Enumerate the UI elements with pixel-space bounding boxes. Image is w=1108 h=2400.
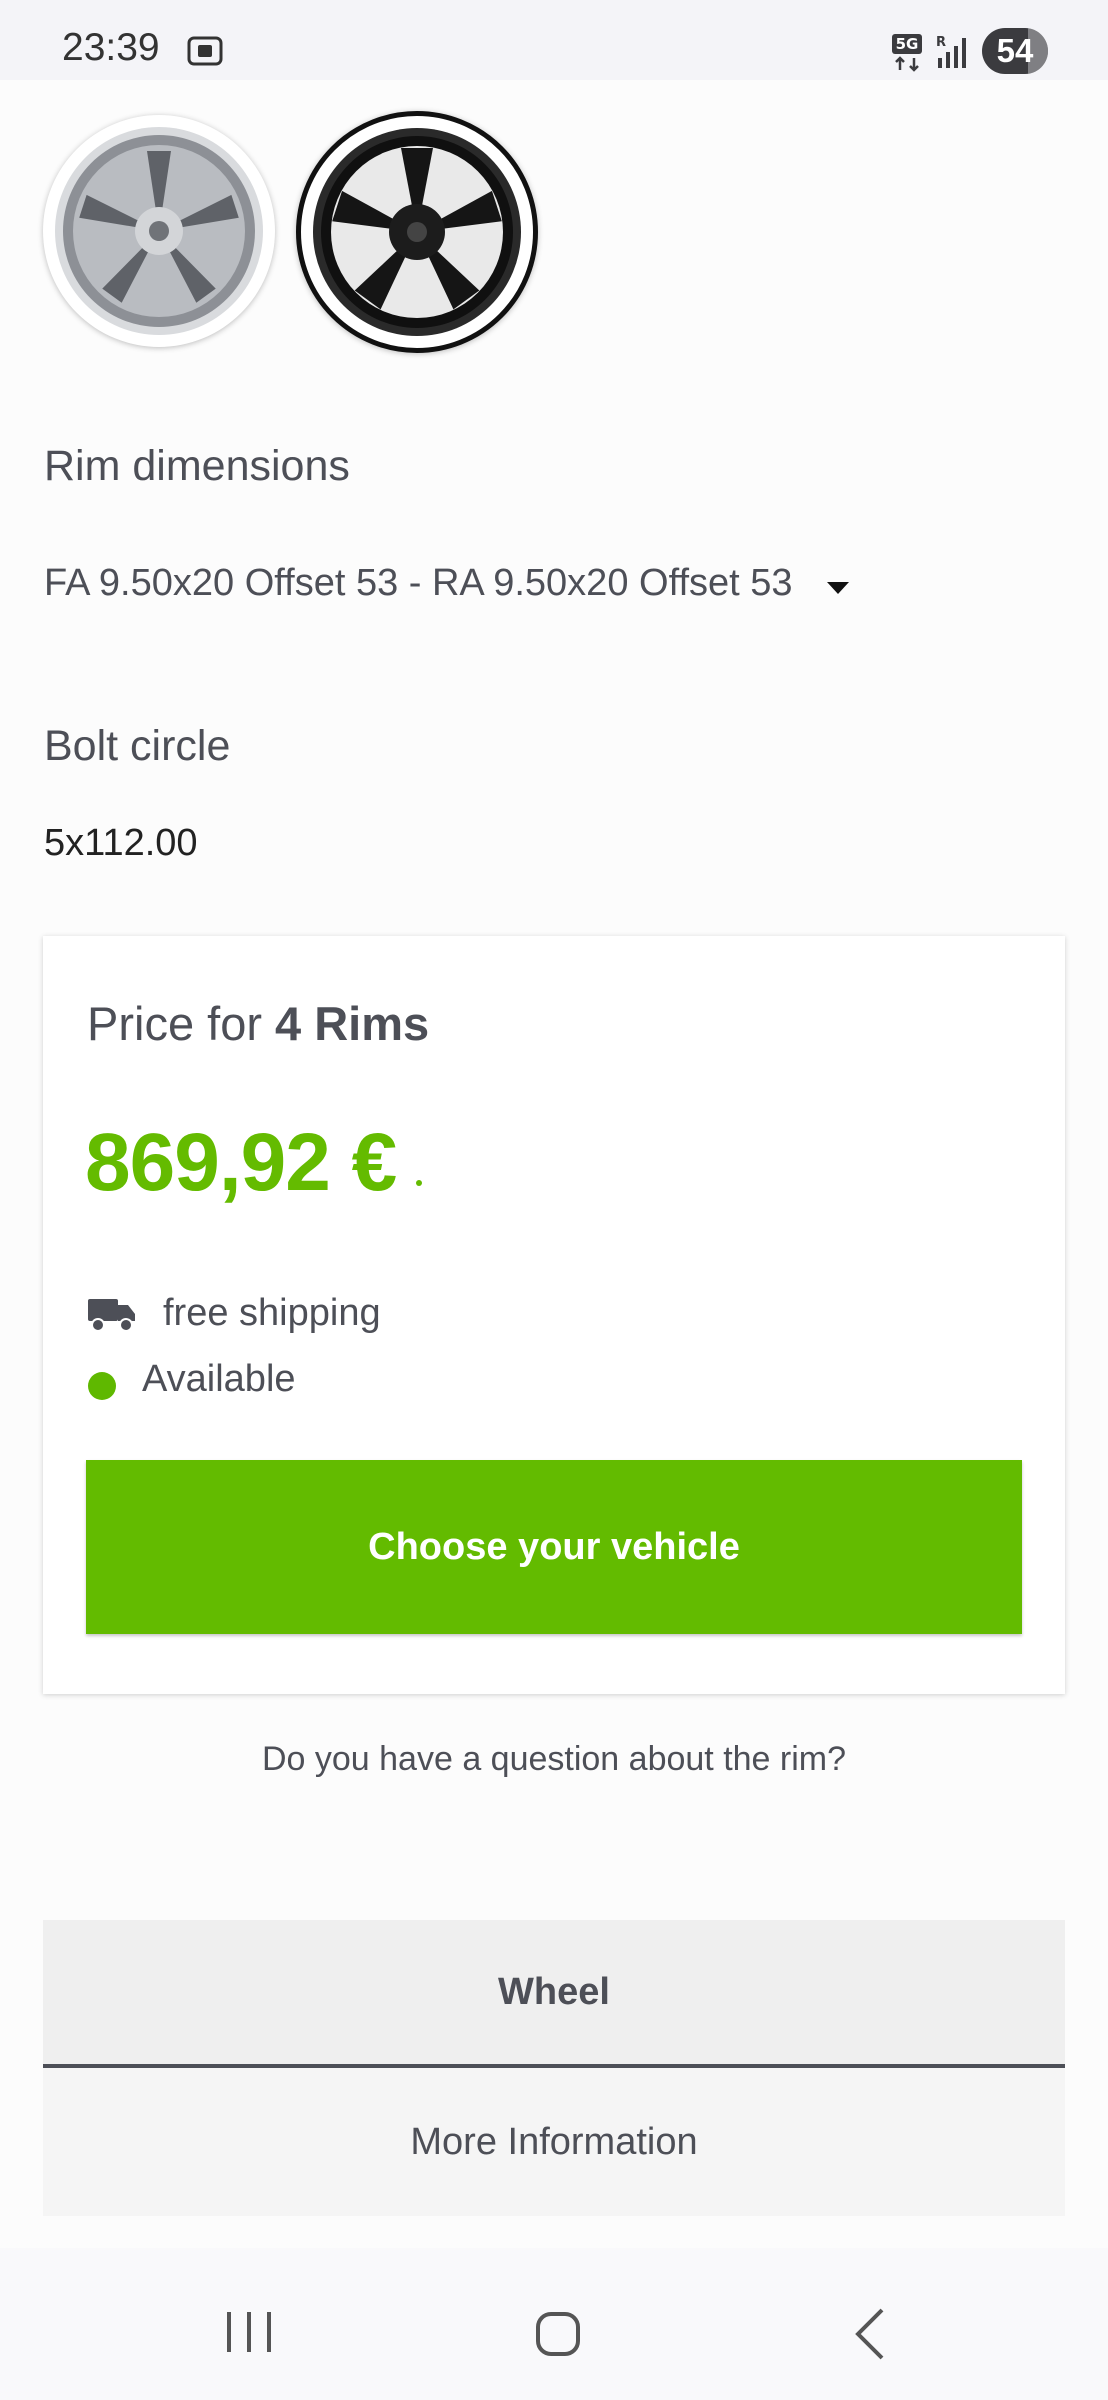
tab-wheel[interactable]: Wheel [43, 1920, 1065, 2068]
shipping-text: free shipping [163, 1292, 381, 1334]
rim-thumbnail-black[interactable] [296, 111, 538, 353]
availability-dot [88, 1372, 116, 1400]
bolt-circle-label: Bolt circle [44, 722, 231, 770]
price-value: 869,92 € [85, 1117, 397, 1208]
rim-thumbnail-silver[interactable] [43, 115, 275, 347]
tab-more-information[interactable]: More Information [43, 2068, 1065, 2216]
5g-icon: 5G [892, 34, 922, 72]
home-icon[interactable] [534, 2310, 582, 2358]
price-marker [416, 1180, 422, 1186]
rim-dimensions-label: Rim dimensions [44, 442, 350, 490]
bolt-circle-value: 5x112.00 [44, 822, 198, 864]
screen-recorder-icon [187, 36, 223, 66]
rim-dimensions-select[interactable]: FA 9.50x20 Offset 53 - RA 9.50x20 Offset… [44, 562, 793, 605]
question-link[interactable]: Do you have a question about the rim? [0, 1740, 1108, 1779]
rim-silver-image [55, 127, 263, 335]
signal-icon: R [936, 35, 966, 68]
status-time: 23:39 [62, 26, 160, 69]
price-title: Price for 4 Rims [87, 996, 429, 1051]
battery-indicator: 54 [982, 28, 1048, 74]
choose-vehicle-button[interactable]: Choose your vehicle [86, 1460, 1022, 1634]
price-card: Price for 4 Rims 869,92 € free shipping … [43, 936, 1065, 1694]
recents-icon[interactable] [223, 2310, 275, 2354]
rim-black-image [313, 128, 521, 336]
status-bar: 23:39 5G R 54 [0, 0, 1108, 80]
dropdown-arrow-icon[interactable] [825, 580, 851, 596]
price-title-prefix: Price for [87, 997, 276, 1050]
price-title-quantity: 4 Rims [275, 997, 430, 1050]
back-icon[interactable] [852, 2306, 888, 2362]
truck-icon [88, 1299, 135, 1332]
svg-text:R: R [936, 35, 946, 50]
svg-text:5G: 5G [896, 35, 919, 53]
availability-text: Available [142, 1358, 296, 1400]
